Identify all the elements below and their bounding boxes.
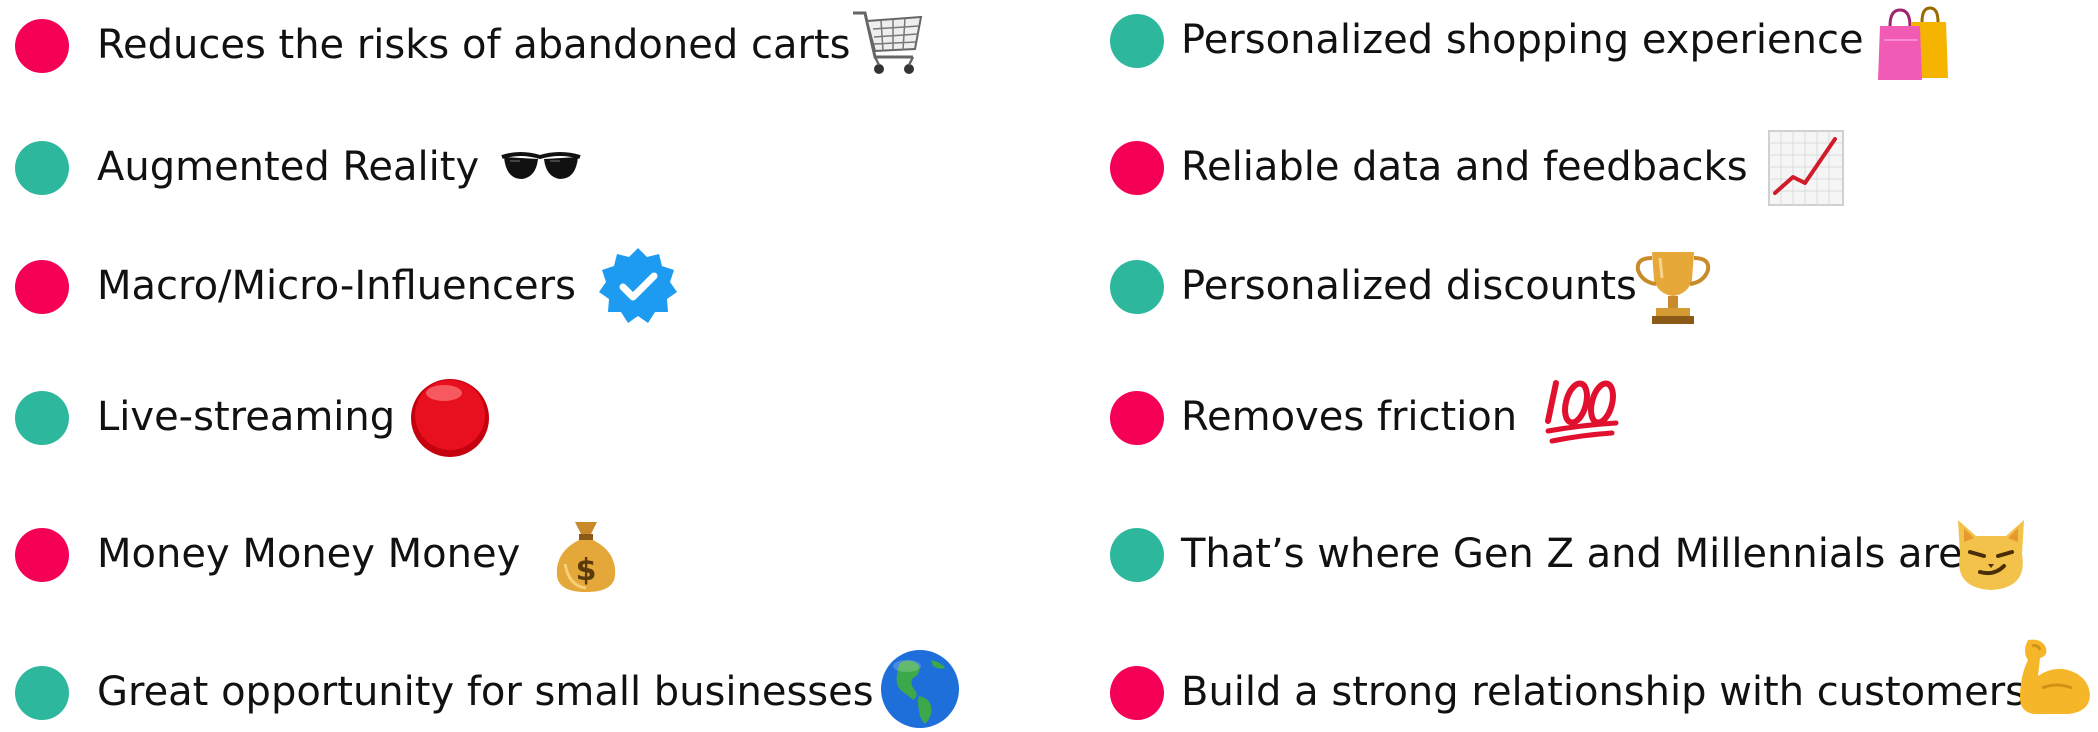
bullet-dot-teal (1110, 528, 1164, 582)
item-label: Build a strong relationship with custome… (1181, 669, 2026, 715)
sunglasses-icon (501, 152, 581, 179)
bullet-dot-pink (1110, 666, 1164, 720)
bullet-dot-teal (1110, 260, 1164, 314)
bullet-dot-teal (1110, 14, 1164, 68)
flexed-biceps-icon (2020, 639, 2090, 714)
red-circle-icon (411, 379, 489, 457)
item-label: Macro/Micro-Influencers (97, 263, 576, 309)
item-label: Money Money Money (97, 531, 521, 577)
bullet-dot-pink (1110, 141, 1164, 195)
bullet-dot-teal (15, 141, 69, 195)
item-label: Removes friction (1181, 394, 1518, 440)
item-label: Reliable data and feedbacks (1181, 144, 1748, 190)
item-label: Personalized discounts (1181, 263, 1637, 309)
bullet-dot-pink (15, 528, 69, 582)
verified-badge-icon (599, 248, 677, 323)
item-label: Great opportunity for small businesses (97, 669, 874, 715)
money-bag-icon: $ (556, 522, 616, 592)
svg-text:$: $ (576, 553, 597, 588)
smirking-cat-icon (1958, 520, 2024, 590)
chart-increasing-icon (1768, 130, 1844, 206)
item-label: Live-streaming (97, 394, 396, 440)
item-label: Personalized shopping experience (1181, 17, 1864, 63)
item-label: Augmented Reality (97, 144, 480, 190)
item-label: That’s where Gen Z and Millennials are (1181, 531, 1963, 577)
shopping-cart-icon (853, 11, 923, 74)
item-label: Reduces the risks of abandoned carts (97, 22, 851, 68)
globe-americas-icon (881, 650, 959, 728)
hundred-points-icon (1545, 380, 1619, 444)
bullet-dot-teal (15, 391, 69, 445)
bullet-dot-teal (15, 666, 69, 720)
bullet-dot-pink (15, 260, 69, 314)
shopping-bags-icon (1878, 6, 1948, 80)
bullet-dot-pink (15, 19, 69, 73)
bullet-dot-pink (1110, 391, 1164, 445)
trophy-icon (1635, 252, 1711, 324)
